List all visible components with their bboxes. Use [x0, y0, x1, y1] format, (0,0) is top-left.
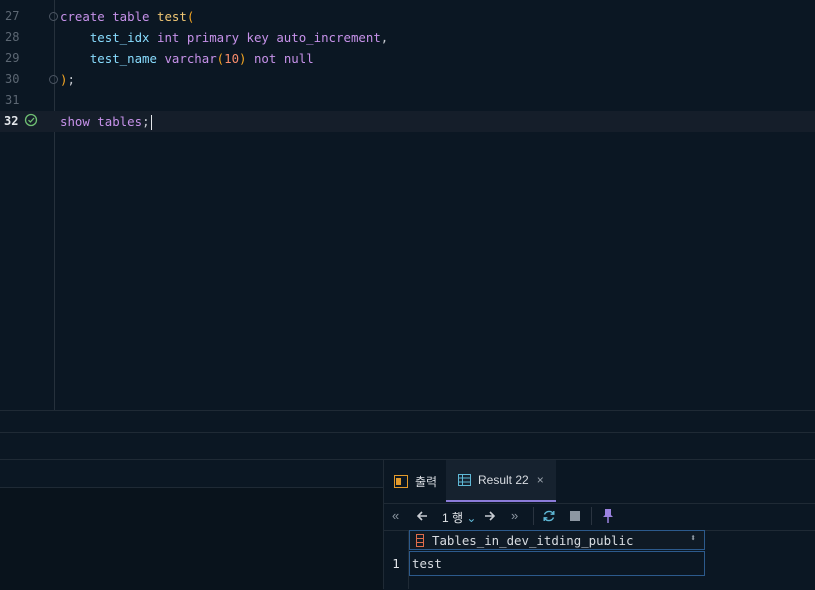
- editor-line-31[interactable]: 31: [0, 90, 815, 111]
- close-icon[interactable]: ×: [537, 473, 544, 487]
- code-line: );: [60, 72, 75, 87]
- text-caret: [150, 115, 152, 130]
- toolbar-divider: [533, 507, 534, 525]
- next-page-icon[interactable]: [484, 510, 496, 522]
- row-number[interactable]: 1: [384, 551, 408, 576]
- fold-icon[interactable]: [49, 12, 58, 21]
- pin-icon[interactable]: [602, 508, 614, 524]
- divider: [0, 432, 815, 433]
- sql-editor[interactable]: 27 create table test( 28 test_idx int pr…: [0, 0, 815, 410]
- code-line: show tables;: [60, 114, 152, 130]
- output-icon: [394, 474, 408, 488]
- result-tabbar: 출력 Result 22 ×: [384, 460, 815, 502]
- fold-icon[interactable]: [49, 75, 58, 84]
- line-number: 29: [5, 51, 20, 65]
- toolbar-divider: [591, 507, 592, 525]
- tab-label: 출력: [415, 474, 438, 489]
- code-line: test_name varchar(10) not null: [60, 51, 314, 66]
- editor-line-29[interactable]: 29 test_name varchar(10) not null: [0, 48, 815, 69]
- result-grid[interactable]: Tables_in_dev_itding_public ⬍ 1 test: [384, 530, 815, 589]
- column-icon: [416, 534, 424, 547]
- sort-icon[interactable]: ⬍: [690, 533, 696, 544]
- code-line: create table test(: [60, 9, 195, 24]
- execution-success-icon: [24, 113, 38, 127]
- editor-line-28[interactable]: 28 test_idx int primary key auto_increme…: [0, 27, 815, 48]
- code-line: test_idx int primary key auto_increment,: [60, 30, 389, 45]
- column-header[interactable]: Tables_in_dev_itding_public ⬍: [409, 530, 705, 550]
- previous-page-icon[interactable]: [416, 510, 428, 522]
- line-number: 27: [5, 9, 20, 23]
- line-number: 30: [5, 72, 20, 86]
- tab-result[interactable]: Result 22 ×: [446, 460, 556, 502]
- line-number: 31: [5, 93, 20, 107]
- editor-line-32[interactable]: 32 show tables;: [0, 111, 815, 132]
- column-header-label: Tables_in_dev_itding_public: [432, 533, 634, 548]
- table-cell[interactable]: test: [409, 551, 705, 576]
- divider: [0, 410, 815, 411]
- stop-icon[interactable]: [570, 511, 580, 521]
- first-page-icon[interactable]: «: [392, 508, 399, 523]
- editor-line-27[interactable]: 27 create table test(: [0, 6, 815, 27]
- tab-output[interactable]: 출력: [394, 460, 437, 502]
- rows-selector[interactable]: 1 행 ⌄: [442, 509, 476, 526]
- chevron-down-icon: ⌄: [466, 511, 477, 525]
- table-icon: [458, 474, 471, 486]
- line-number: 28: [5, 30, 20, 44]
- last-page-icon[interactable]: »: [511, 508, 518, 523]
- editor-line-30[interactable]: 30 );: [0, 69, 815, 90]
- refresh-icon[interactable]: [542, 509, 556, 523]
- tab-label: Result 22: [478, 473, 529, 487]
- result-toolbar: « 1 행 ⌄ »: [384, 503, 815, 531]
- services-panel: [0, 487, 383, 590]
